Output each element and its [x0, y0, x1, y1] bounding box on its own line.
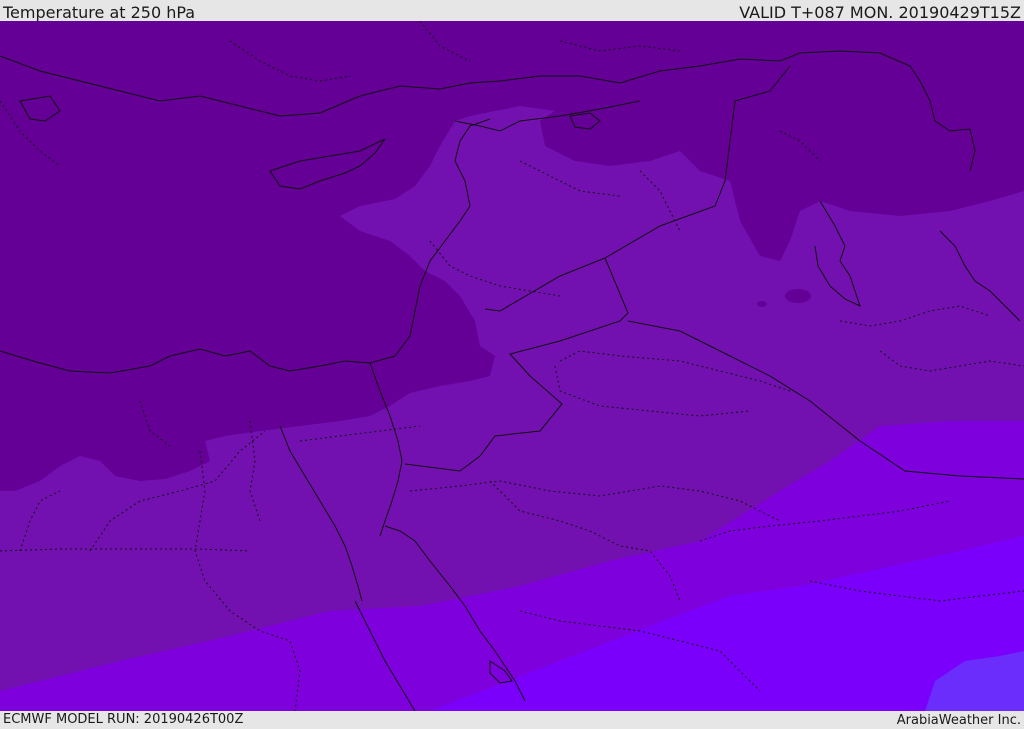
- header-bar: Temperature at 250 hPa VALID T+087 MON. …: [0, 0, 1024, 22]
- cold-pocket-1: [785, 289, 811, 303]
- cold-pocket-2: [757, 301, 767, 307]
- valid-time: VALID T+087 MON. 20190429T15Z: [739, 3, 1021, 22]
- map-title: Temperature at 250 hPa: [3, 3, 196, 22]
- footer-bar: ECMWF MODEL RUN: 20190426T00Z ArabiaWeat…: [0, 711, 1024, 729]
- map-canvas: [0, 21, 1024, 711]
- credit-label: ArabiaWeather Inc.: [896, 713, 1021, 728]
- weather-map[interactable]: [0, 21, 1024, 711]
- model-run-label: ECMWF MODEL RUN: 20190426T00Z: [3, 712, 244, 727]
